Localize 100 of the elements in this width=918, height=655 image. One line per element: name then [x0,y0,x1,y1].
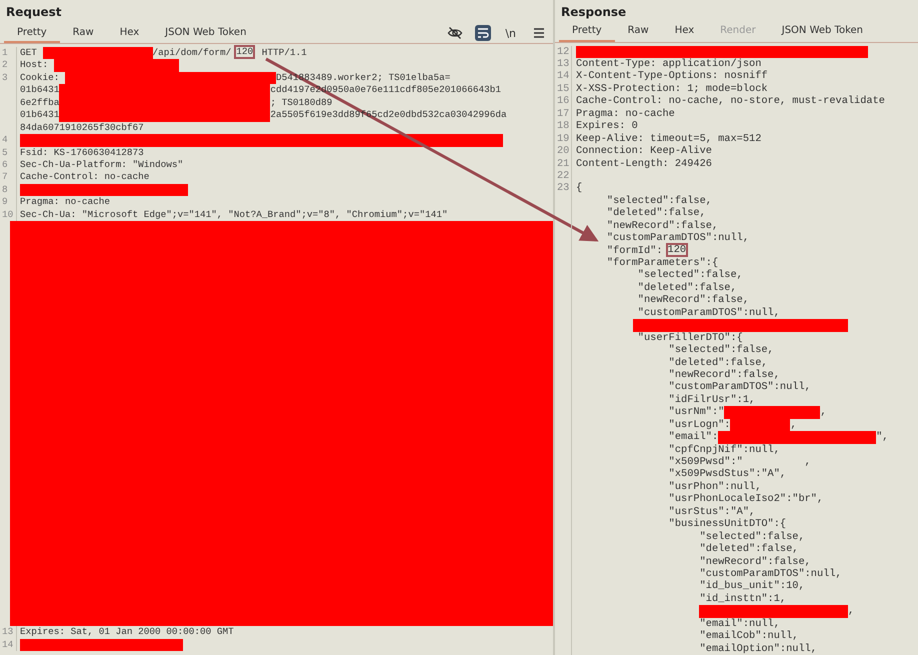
line-number: 4 [0,134,17,146]
code-text: Pragma: no-cache [20,196,110,209]
code-text: "formParameters":{ [606,257,718,270]
code-text: , [820,406,826,419]
code-text: Content-Type: application/json [576,58,762,70]
code-text: Host: [20,59,50,72]
code-text: "x509PwsdStus":"A", [668,468,786,481]
code-text: "email":null, [698,618,780,630]
code-text: X-XSS-Protection: 1; mode=block [576,82,768,96]
code-text: "cpfCnpjNif":null, [668,444,780,456]
line-number: 1 [0,47,17,60]
code-text: "usrNm":" [668,406,724,419]
code-text: "selected":false, [606,194,712,208]
newline-toggle[interactable]: \n [505,26,516,40]
code-text: "customParamDTOS":null, [606,232,750,245]
highlighted-value: 120 [234,45,256,59]
code-text: Sec-Ch-Ua-Platform: "Windows" [20,158,184,172]
line-number: 13 [555,58,572,70]
line-number: 8 [0,184,17,196]
code-text: , [848,605,854,618]
code-text: "formId": [606,244,663,257]
code-text: ", [876,431,888,444]
line-number: 22 [555,170,572,182]
code-text: "newRecord":false, [698,556,811,568]
line-number: 21 [555,158,572,170]
tab[interactable]: Hex [106,23,152,43]
tab[interactable]: Raw [614,22,662,42]
pane-title: Request [5,4,63,21]
code-text: X-Content-Type-Options: nosniff [576,70,768,83]
tab[interactable]: Raw [60,23,107,43]
code-text: "emailOption":null, [698,642,817,655]
code-text: "businessUnitDTO":{ [668,518,786,531]
code-text: "x509Pwsd":" , [668,456,811,468]
code-text: "newRecord":false, [668,368,780,382]
code-text: "deleted":false, [698,543,798,556]
code-text: "selected":false, [668,344,774,356]
code-text: "userFillerDTO":{ [636,332,743,344]
code-text: ; TS0180d89 [270,96,332,110]
line-number: 16 [555,95,572,108]
code-text: , [790,418,797,432]
code-text: "emailCob":null, [698,630,798,643]
code-text: HTTP/1.1 [260,47,307,60]
line-number: 2 [0,59,17,72]
line-number: 20 [555,145,572,158]
line-number: 23 [555,182,572,195]
tab[interactable]: JSON Web Token [152,23,260,43]
code-text: GET [20,47,38,60]
code-text: "email": [668,431,718,444]
tab[interactable]: Pretty [4,23,60,43]
code-text: "usrLogn": [668,418,730,432]
menu-icon[interactable] [532,26,546,40]
code-text: "usrPhon":null, [668,480,762,494]
pane-title: Response [560,4,628,21]
highlighted-value: 120 [666,242,688,257]
code-text: Sec-Ch-Ua: "Microsoft Edge";v="141", "Not?A_Brand";v="8", "Chromium";v="141" [20,208,448,222]
code-text: Fsid: KS-1760630412873 [20,146,144,159]
tab[interactable]: JSON Web Token [768,22,876,42]
code-text: Keep-Alive: timeout=5, max=512 [576,132,762,146]
code-text: "deleted":false, [668,356,768,369]
line-number: 3 [0,72,17,84]
line-number: 18 [555,120,572,133]
code-text: 01b6431 [20,109,60,122]
code-text: "selected":false, [636,269,743,282]
line-number: 19 [555,132,572,146]
code-text: "usrPhonLocaleIso2":"br", [668,493,824,506]
tab[interactable]: Hex [662,22,708,42]
line-number: 7 [0,171,17,184]
code-text: "newRecord":false, [606,220,718,232]
line-number: 17 [555,108,572,120]
code-text: 01b6431 [20,84,60,97]
code-text: "id_bus_unit":10, [698,580,805,593]
code-text: "deleted":false, [606,207,706,220]
line-number: 5 [0,146,17,159]
code-text: "id_insttn":1, [698,592,786,606]
line-number: 14 [0,638,17,651]
code-text: "idFilrUsr":1, [668,394,756,406]
code-text: Expires: Sat, 01 Jan 2000 00:00:00 GMT [20,626,234,639]
code-text: Cache-Control: no-cache, no-store, must-revalidate [576,95,885,108]
code-text: Connection: Keep-Alive [576,145,712,158]
code-text: "selected":false, [698,530,805,544]
code-text: "usrStus":"A", [668,506,756,518]
code-text: "customParamDTOS":null, [698,568,842,580]
code-text: "newRecord":false, [636,294,750,307]
line-number: 14 [555,70,572,83]
code-text: Content-Length: 249426 [576,158,712,170]
tab[interactable]: Pretty [559,22,615,42]
code-text: /api/dom/form/ [152,47,232,60]
line-number: 12 [555,46,572,58]
line-number: 6 [0,158,17,172]
code-text: { [576,182,582,195]
line-number: 15 [555,82,572,96]
code-text: "customParamDTOS":null, [636,306,780,320]
hide-icon[interactable] [447,25,464,41]
code-text: Expires: 0 [576,120,638,133]
line-number: 13 [0,626,17,639]
code-text: "customParamDTOS":null, [668,381,811,394]
code-text: Cache-Control: no-cache [20,171,150,184]
wrap-lines-button[interactable] [475,25,492,41]
code-text: Cookie: [20,72,60,84]
line-number: 9 [0,196,17,209]
